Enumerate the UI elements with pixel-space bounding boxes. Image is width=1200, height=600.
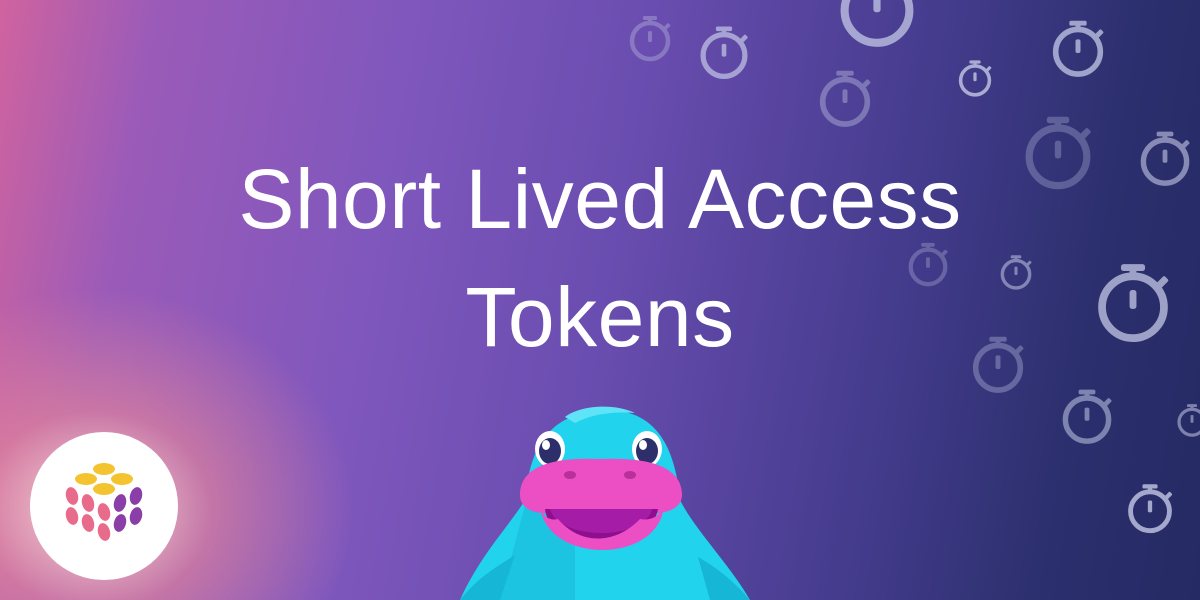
stopwatch-icon bbox=[814, 67, 876, 129]
stopwatch-icon bbox=[955, 58, 995, 98]
stopwatch-icon bbox=[1174, 402, 1200, 438]
title-line-1: Short Lived Access bbox=[238, 152, 962, 246]
platypus-mascot bbox=[440, 405, 770, 600]
stopwatch-icon bbox=[1123, 481, 1177, 535]
logo bbox=[30, 432, 178, 580]
stopwatch-icon bbox=[695, 23, 753, 81]
platypus-mascot-icon bbox=[460, 406, 750, 600]
title-line-2: Tokens bbox=[465, 270, 735, 364]
stopwatch-icon bbox=[625, 13, 675, 63]
banner: Short Lived Access Tokens bbox=[0, 0, 1200, 600]
stopwatch-icon bbox=[1047, 17, 1109, 79]
page-title: Short Lived Access Tokens bbox=[0, 140, 1200, 376]
stopwatch-icon bbox=[832, 0, 922, 50]
dotted-grid-logo-icon bbox=[65, 463, 143, 541]
stopwatch-icon bbox=[1057, 386, 1117, 446]
